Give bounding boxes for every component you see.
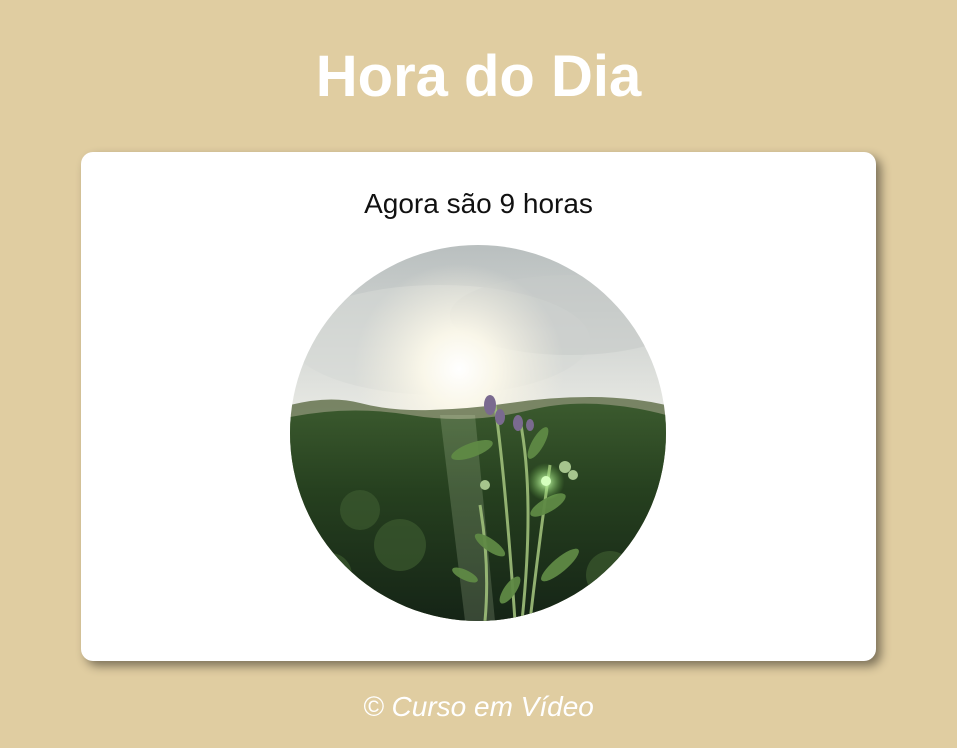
time-message: Agora são 9 horas (364, 188, 593, 219)
page: Hora do Dia Agora são 9 horas © Curso em… (0, 0, 957, 748)
footer-credit: © Curso em Vídeo (363, 691, 594, 722)
morning-field-photo (290, 245, 666, 621)
time-card: Agora são 9 horas (81, 152, 876, 661)
page-title: Hora do Dia (315, 44, 642, 109)
morning-field-image (290, 245, 666, 621)
